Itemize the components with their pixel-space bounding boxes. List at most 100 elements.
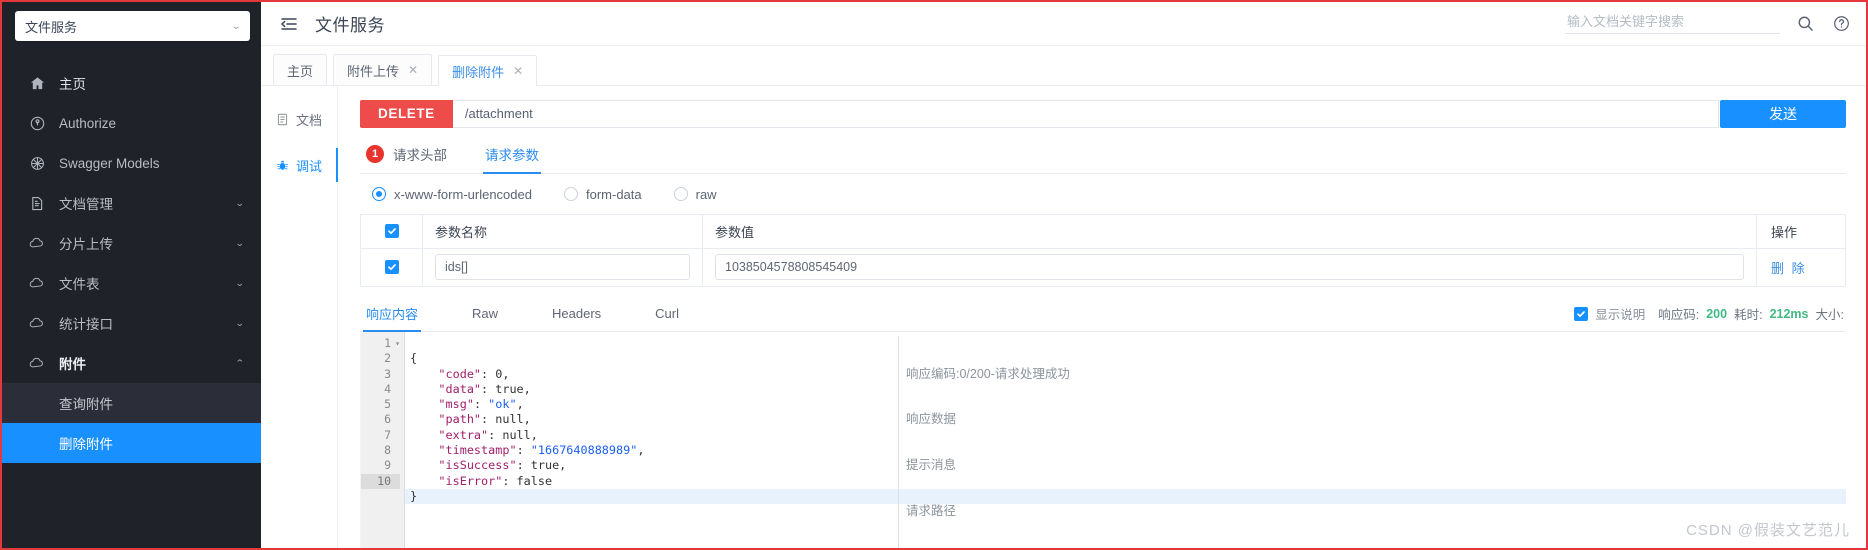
bug-icon [276,158,290,172]
request-url-field[interactable]: /attachment [452,100,1719,128]
row-select-cell [361,248,423,286]
editor-gutter: 1 ▾ 2 3 4 5 6 7 8 9 10 [361,332,405,548]
sidebar-item-doc-manage[interactable]: 文档管理 ⌄ [2,183,261,223]
response-editor[interactable]: 1 ▾ 2 3 4 5 6 7 8 9 10 { "code": 0, "data… [360,332,1846,548]
code-line: "timestamp": "1667640888989", [438,443,645,458]
tab-request-headers[interactable]: 1 请求头部 [366,136,447,173]
response-annotations: 响应编码:0/200-请求处理成功 响应数据 提示消息 请求路径 附加数据 响应… [898,336,1070,548]
chevron-down-icon: ⌄ [235,317,246,328]
table-row: 删 除 [361,248,1845,287]
close-icon[interactable]: ✕ [408,64,418,76]
sidebar-item-label: 主页 [59,77,86,92]
doc-tab-home[interactable]: 主页 [273,54,328,85]
document-tabs: 主页 附件上传 ✕ 删除附件 ✕ [261,46,1866,86]
menu-fold-icon[interactable] [279,14,299,34]
request-tabs: 1 请求头部 请求参数 [360,136,1846,174]
cloud-icon [28,234,46,252]
tab-response-raw[interactable]: Raw [472,297,498,331]
search-icon[interactable] [1794,13,1816,35]
view-tab-doc[interactable]: 文档 [261,96,337,142]
chevron-down-icon: ⌄ [230,20,242,32]
doc-tab-delete-attachment[interactable]: 删除附件 ✕ [438,55,538,86]
body-type-radio-group: x-www-form-urlencoded form-data raw [360,174,1846,214]
select-all-checkbox[interactable] [384,224,399,239]
column-header-value: 参数值 [703,214,1757,248]
json-code-content[interactable]: { "code": 0, "data": true, "msg": "ok", … [405,332,1846,548]
radio-dot-icon [372,187,386,202]
lock-icon [28,114,46,132]
search-input[interactable] [1565,13,1780,30]
sidebar-item-swagger-models[interactable]: Swagger Models [2,143,261,183]
sidebar-item-label: 分片上传 [59,237,113,252]
sidebar-item-delete-attachment[interactable]: 删除附件 [2,423,261,463]
sidebar-item-label: 文档管理 [59,197,113,212]
param-name-input[interactable] [435,254,690,281]
row-checkbox[interactable] [384,260,399,275]
param-value-cell [703,248,1757,286]
doc-icon [28,194,46,212]
project-select-wrapper: 文件服务 ⌄ [2,2,261,41]
request-url-row: DELETE /attachment 发送 [360,100,1846,128]
tab-response-headers[interactable]: Headers [552,297,601,331]
response-status-bar: 显示说明 响应码: 200 耗时: 212ms 大小: [1574,304,1846,323]
tab-request-params[interactable]: 请求参数 [483,136,541,174]
doc-tab-attachment-upload[interactable]: 附件上传 ✕ [333,54,433,85]
radio-label: form-data [585,186,642,202]
view-tab-label: 文档 [295,112,322,128]
delete-param-link[interactable]: 删 除 [1757,249,1845,286]
annotation-line: 提示消息 [906,458,957,473]
line-number: 10 [361,473,400,489]
badge-count: 1 [366,145,384,164]
status-code-label: 响应码: [1658,308,1700,323]
line-number: 5 [384,397,391,412]
tab-response-body[interactable]: 响应内容 [362,297,422,333]
sidebar-item-label: 附件 [59,357,86,372]
code-line: "extra": null, [438,427,538,442]
status-code-value: 200 [1706,306,1728,321]
send-button[interactable]: 发送 [1720,100,1846,128]
elapsed-time-value: 212ms [1769,306,1809,321]
column-header-operation: 操作 [1771,224,1798,240]
param-value-input[interactable] [715,254,1744,281]
search-box[interactable] [1565,13,1780,34]
sidebar-item-label: Swagger Models [59,155,160,171]
code-line: "path": null, [438,412,531,427]
sidebar-item-attachment[interactable]: 附件 ⌃ [2,343,261,383]
close-icon[interactable]: ✕ [513,65,523,77]
top-bar-right [1565,13,1852,35]
view-tab-debug[interactable]: 调试 [261,142,338,188]
size-label: 大小: [1815,308,1844,323]
main-area: 文件服务 输入文档关键字搜索 主页 附件上传 ✕ 删除附件 ✕ 文档 调试 DE… [261,2,1866,548]
project-select-value: 文件服务 [25,19,78,35]
view-tab-label: 调试 [295,158,322,174]
sidebar-item-chunk-upload[interactable]: 分片上传 ⌄ [2,223,261,263]
code-line: "isSuccess": true, [438,458,567,473]
sidebar-item-home[interactable]: 主页 [2,63,261,103]
radio-x-www-form-urlencoded[interactable]: x-www-form-urlencoded [372,187,532,202]
project-select[interactable]: 文件服务 ⌄ [15,11,250,41]
question-circle-icon[interactable] [1830,13,1852,35]
http-method-badge: DELETE [360,100,453,128]
cloud-icon [28,274,46,292]
doc-tab-label: 删除附件 [452,64,505,80]
sidebar-item-label: Authorize [59,115,117,131]
code-line: "msg": "ok", [438,397,524,412]
view-mode-nav: 文档 调试 [261,86,338,548]
show-description-checkbox[interactable] [1574,306,1589,321]
line-number: 4 [384,381,391,396]
line-number: 8 [384,443,391,458]
sidebar-item-stat-api[interactable]: 统计接口 ⌄ [2,303,261,343]
code-line: "isError": false [438,473,553,488]
chevron-down-icon: ⌄ [235,197,246,208]
annotation-line: 响应数据 [906,412,957,427]
debug-panel: DELETE /attachment 发送 1 请求头部 请求参数 x-www-… [338,86,1866,548]
radio-raw[interactable]: raw [673,187,717,202]
swagger-bootstrap-ui-window: 文件服务 ⌄ 主页 Authorize Swagger Models 文档管理 … [0,0,1868,550]
sidebar-item-query-attachment[interactable]: 查询附件 [2,383,261,423]
tab-response-curl[interactable]: Curl [655,297,679,331]
radio-form-data[interactable]: form-data [563,186,642,202]
sidebar-item-authorize[interactable]: Authorize [2,103,261,143]
sidebar-nav: 主页 Authorize Swagger Models 文档管理 ⌄ 分片上传 … [2,63,261,463]
elapsed-time-label: 耗时: [1734,308,1763,323]
sidebar-item-file-table[interactable]: 文件表 ⌄ [2,263,261,303]
